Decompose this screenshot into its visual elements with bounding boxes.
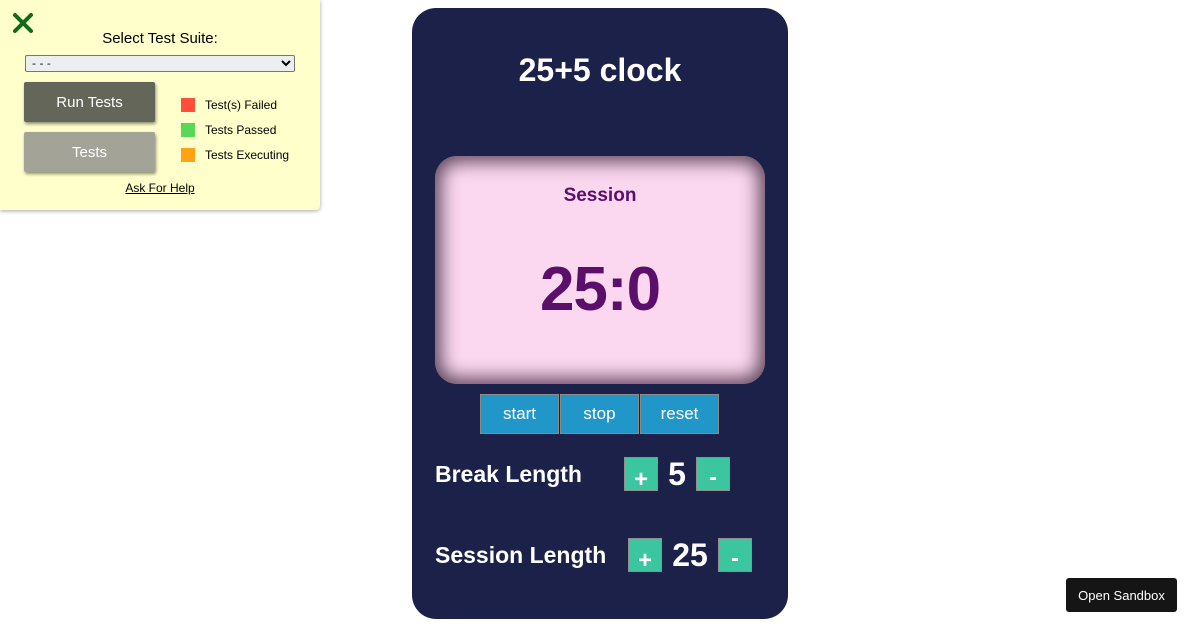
timer-display: Session 25:0 [435,156,765,384]
legend-item-failed: Test(s) Failed [181,92,289,117]
break-label: Break Length [435,461,582,487]
time-left: 25:0 [539,255,661,324]
app-title: 25+5 clock [518,52,682,88]
timer-label: Session [563,185,637,206]
session-increment-button[interactable]: + [628,538,662,574]
run-tests-button[interactable]: Run Tests [24,82,155,122]
legend-item-passed: Tests Passed [181,117,289,142]
open-sandbox-button[interactable]: Open Sandbox [1066,578,1177,612]
tests-button[interactable]: Tests [24,132,155,172]
legend-label-passed: Tests Passed [205,122,277,137]
legend-item-executing: Tests Executing [181,142,289,167]
reset-button[interactable]: reset [640,394,719,434]
passed-swatch [181,122,195,137]
test-suite-select[interactable]: - - - [25,55,295,72]
failed-swatch [181,97,195,112]
test-status-legend: Test(s) Failed Tests Passed Tests Execut… [181,92,289,167]
stop-button[interactable]: stop [560,394,639,434]
session-label: Session Length [435,542,607,568]
session-decrement-button[interactable]: - [718,538,752,572]
break-increment-button[interactable]: + [624,457,658,493]
legend-label-executing: Tests Executing [205,147,290,162]
start-button[interactable]: start [480,394,559,434]
break-decrement-button[interactable]: - [696,457,730,491]
break-length-value: 5 [668,456,686,492]
executing-swatch [181,147,195,162]
test-panel: Select Test Suite: - - - Run Tests Tests… [0,0,320,210]
select-test-suite-label: Select Test Suite: [102,30,218,47]
clock-app: 25+5 clock Session 25:0 start stop reset… [412,8,788,619]
ask-for-help-link[interactable]: Ask For Help [0,181,320,195]
legend-label-failed: Test(s) Failed [205,97,278,112]
session-length-value: 25 [672,537,708,573]
